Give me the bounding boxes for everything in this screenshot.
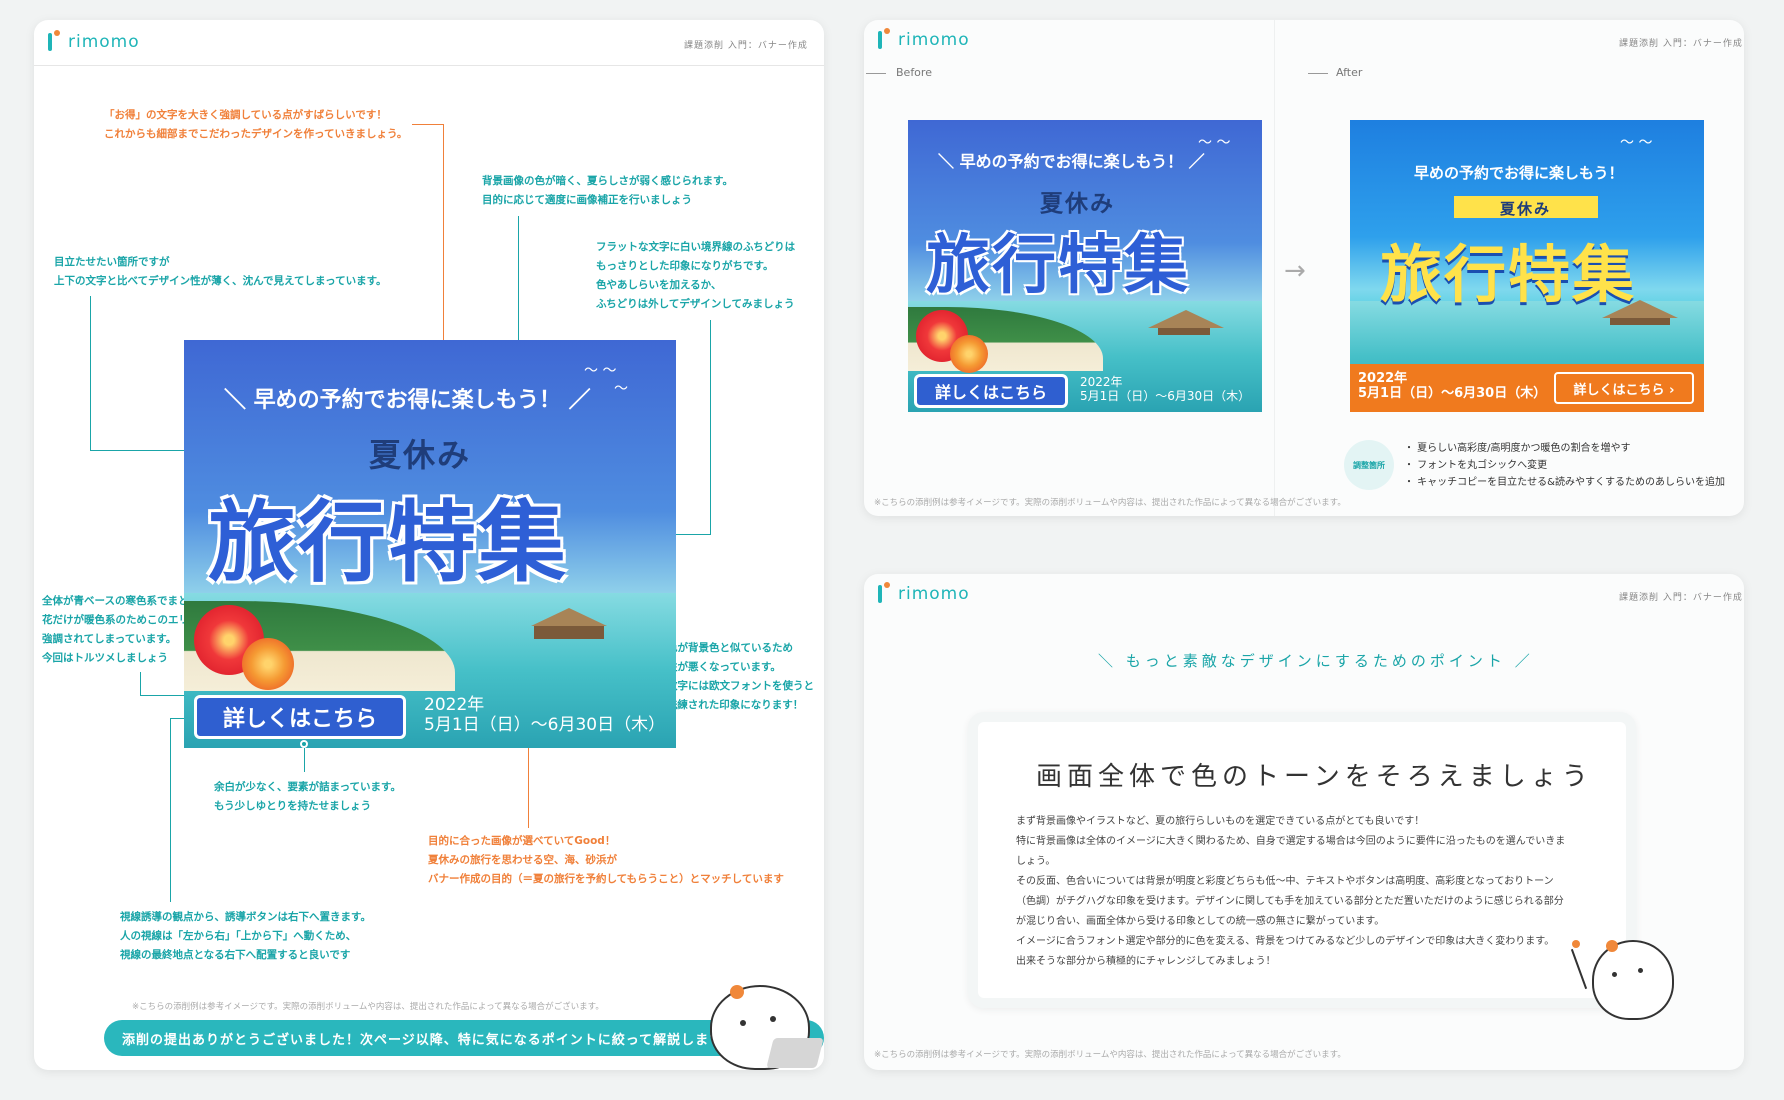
note-bg-dark: 背景画像の色が暗く、夏らしさが弱く感じられます。 目的に応じて適度に画像補正を行い… (482, 175, 733, 206)
tone-body: まず背景画像やイラストなど、夏の旅行らしいものを選定できている点がとても良いです… (1016, 816, 1566, 967)
note-spacing: 余白が少なく、要素が詰まっています。 もう少しゆとりを持たせましょう (214, 781, 402, 812)
before-label: Before (896, 66, 932, 79)
banner-tagline: ＼ 早めの予約でお得に楽しもう！ ／ (224, 388, 591, 413)
banner-before-small: 〜 〜 ＼ 早めの予約でお得に楽しもう！ ／ 夏休み 旅行特集 詳しくはこちら … (908, 120, 1262, 412)
tone-title: 画面全体で色のトーンをそろえましょう (1036, 762, 1593, 792)
after-subtitle: 夏休み (1500, 200, 1552, 218)
banner-before-large: 〜 〜 〜 ＼ 早めの予約でお得に楽しもう！ ／ 夏休み 旅行特集 詳しくはこち… (184, 340, 676, 748)
after-detail-button[interactable]: 詳しくはこちら › (1554, 372, 1694, 404)
rimomo-logo: rimomo (48, 30, 140, 52)
before-tagline: ＼ 早めの予約でお得に楽しもう！ ／ (938, 152, 1205, 171)
points-heading: ＼ もっと素敵なデザインにするためのポイント ／ (1098, 652, 1534, 670)
note-subtitle: 目立たせたい箇所ですが 上下の文字と比べてデザイン性が薄く、沈んで見えてしまってい… (54, 256, 387, 287)
banner-subtitle: 夏休み (369, 436, 472, 474)
note-image-good: 目的に合った画像が選べていてGood！ 夏休みの旅行を思わせる空、海、砂浜が バナー… (428, 835, 784, 885)
after-title: 旅行特集 (1380, 238, 1637, 311)
banner-dates: 2022年 5月1日（日）〜6月30日（木） (424, 695, 666, 735)
before-detail-button[interactable]: 詳しくはこちら (914, 374, 1068, 408)
footnote-left: ※こちらの添削例は参考イメージです。実際の添削ボリュームや内容は、提出された作品… (132, 1002, 604, 1012)
banner-title: 旅行特集 (208, 491, 569, 594)
banner-detail-button[interactable]: 詳しくはこちら (194, 695, 406, 739)
breadcrumb-2: 課題添削 入門：バナー作成 (1619, 39, 1743, 49)
note-button-position: 視線誘導の観点から、誘導ボタンは右下へ置きます。 人の視線は「左から右」「上から下… (120, 911, 371, 961)
rimomo-logo-3: rimomo (878, 582, 970, 604)
before-title: 旅行特集 (926, 229, 1190, 303)
footnote-bottom-right: ※こちらの添削例は参考イメージです。実際の添削ボリュームや内容は、提出された作品… (874, 1050, 1346, 1060)
note-outline: フラットな文字に白い境界線のふちどりは もっさりとした印象になりがちです。 色やあし… (596, 241, 796, 310)
before-dates: 2022年 5月1日（日）〜6月30日（木） (1080, 375, 1251, 403)
footnote-top-right: ※こちらの添削例は参考イメージです。実際の添削ボリュームや内容は、提出された作品… (874, 498, 1346, 508)
rimomo-logo-2: rimomo (878, 28, 970, 50)
note-otoku: 「お得」の文字を大きく強調している点がすばらしいです！ これからも細部までこだわっ… (104, 109, 408, 140)
before-subtitle: 夏休み (1040, 191, 1115, 217)
after-tagline: 早めの予約でお得に楽しもう！ (1414, 164, 1624, 182)
breadcrumb-3: 課題添削 入門：バナー作成 (1619, 593, 1743, 603)
banner-after: 〜 〜 早めの予約でお得に楽しもう！ 夏休み 旅行特集 2022年 5月1日（日）… (1350, 120, 1704, 412)
breadcrumb: 課題添削 入門：バナー作成 (684, 41, 808, 51)
adjustment-list: ・ 夏らしい高彩度/高明度かつ暖色の割合を増やす ・ フォントを丸ゴシックへ変更… (1404, 443, 1725, 488)
after-label: After (1336, 66, 1363, 79)
after-dates: 2022年 5月1日（日）〜6月30日（木） (1358, 371, 1547, 401)
mascot-right (1592, 940, 1674, 1020)
adjustment-badge: 調整箇所 (1344, 440, 1394, 490)
arrow-icon: → (1284, 256, 1306, 286)
